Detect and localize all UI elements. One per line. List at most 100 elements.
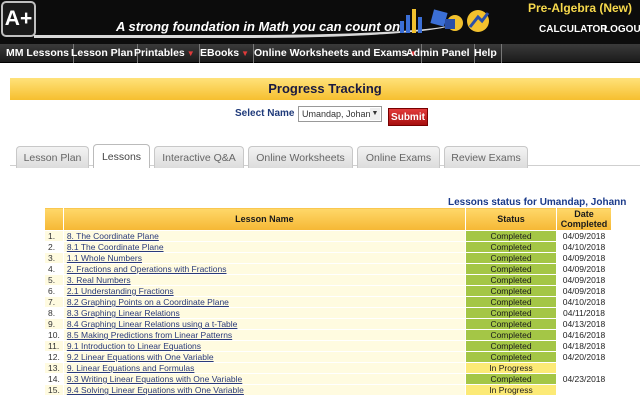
lesson-date-completed: 04/23/2018: [556, 373, 612, 385]
lesson-date-completed: 04/09/2018: [556, 230, 612, 242]
table-row: 2. 8.1 The Coordinate Plane Completed 04/10…: [44, 241, 612, 253]
tab-online-exams[interactable]: Online Exams: [357, 146, 440, 168]
lesson-date-completed: [556, 362, 612, 374]
submit-button[interactable]: Submit: [388, 108, 428, 126]
nav-label: Help: [474, 47, 497, 59]
lesson-name-link[interactable]: 8.3 Graphing Linear Relations: [62, 307, 467, 319]
lesson-name-link[interactable]: 9.4 Solving Linear Equations with One Va…: [62, 384, 467, 396]
table-row: 12. 9.2 Linear Equations with One Variabl…: [44, 351, 612, 363]
lesson-date-completed: 04/09/2018: [556, 274, 612, 286]
lesson-status: In Progress: [465, 384, 557, 396]
lesson-status: Completed: [465, 296, 557, 308]
table-row: 3. 1.1 Whole Numbers Completed 04/09/2018: [44, 252, 612, 264]
lesson-date-completed: 04/10/2018: [556, 296, 612, 308]
calculator-link[interactable]: CALCULATOR: [539, 24, 608, 35]
lesson-date-completed: 04/13/2018: [556, 318, 612, 330]
nav-printables[interactable]: Printables ▼: [130, 44, 200, 63]
lesson-status: Completed: [465, 241, 557, 253]
app-logo[interactable]: A+: [1, 1, 36, 37]
lesson-date-completed: 04/10/2018: [556, 241, 612, 253]
header-lesson-name: Lesson Name: [62, 207, 467, 231]
table-header-row: Lesson Name Status Date Completed: [44, 207, 612, 231]
nav-mm-lessons[interactable]: MM Lessons: [2, 44, 75, 63]
lesson-name-link[interactable]: 9.3 Writing Linear Equations with One Va…: [62, 373, 467, 385]
lesson-number: 12.: [44, 351, 64, 363]
table-row: 13. 9. Linear Equations and Formulas In Pr…: [44, 362, 612, 374]
course-title: Pre-Algebra (New): [527, 1, 632, 15]
lesson-name-link[interactable]: 1.1 Whole Numbers: [62, 252, 467, 264]
header-icons: [400, 9, 490, 33]
lesson-name-link[interactable]: 8.1 The Coordinate Plane: [62, 241, 467, 253]
lesson-name-link[interactable]: 9.1 Introduction to Linear Equations: [62, 340, 467, 352]
lesson-status: Completed: [465, 340, 557, 352]
caret-down-icon: ▼: [241, 49, 250, 58]
lesson-date-completed: 04/09/2018: [556, 252, 612, 264]
lesson-name-link[interactable]: 8.2 Graphing Points on a Coordinate Plan…: [62, 296, 467, 308]
lesson-number: 15.: [44, 384, 64, 396]
nav-lesson-plan[interactable]: Lesson Plan: [67, 44, 138, 63]
lesson-status: In Progress: [465, 362, 557, 374]
lesson-number: 11.: [44, 340, 64, 352]
lesson-name-link[interactable]: 8. The Coordinate Plane: [62, 230, 467, 242]
nav-help[interactable]: Help: [470, 44, 502, 63]
select-name-label: Select Name :: [235, 108, 301, 119]
table-row: 4. 2. Fractions and Operations with Fract…: [44, 263, 612, 275]
lesson-status: Completed: [465, 318, 557, 330]
lesson-date-completed: 04/16/2018: [556, 329, 612, 341]
shapes-icon: [430, 9, 463, 31]
lesson-name-link[interactable]: 3. Real Numbers: [62, 274, 467, 286]
table-row: 5. 3. Real Numbers Completed 04/09/2018: [44, 274, 612, 286]
header-status: Status: [465, 207, 557, 231]
lesson-name-link[interactable]: 9. Linear Equations and Formulas: [62, 362, 467, 374]
lesson-date-completed: 04/09/2018: [556, 285, 612, 297]
table-row: 9. 8.4 Graphing Linear Relations using a …: [44, 318, 612, 330]
lesson-number: 3.: [44, 252, 64, 264]
nav-label: EBooks: [200, 47, 240, 59]
lesson-status: Completed: [465, 373, 557, 385]
lesson-number: 7.: [44, 296, 64, 308]
tab-lesson-plan[interactable]: Lesson Plan: [16, 146, 89, 168]
caret-down-icon: ▼: [186, 49, 195, 58]
lesson-number: 9.: [44, 318, 64, 330]
app-header: A+ A strong foundation in Math you can c…: [0, 0, 640, 44]
lesson-number: 4.: [44, 263, 64, 275]
header-tagline: A strong foundation in Math you can coun…: [116, 19, 405, 34]
logout-link[interactable]: LOGOUT: [604, 24, 640, 35]
lesson-name-link[interactable]: 2. Fractions and Operations with Fractio…: [62, 263, 467, 275]
lesson-number: 5.: [44, 274, 64, 286]
table-row: 1. 8. The Coordinate Plane Completed 04/09/…: [44, 230, 612, 242]
lesson-number: 2.: [44, 241, 64, 253]
tab-online-worksheets[interactable]: Online Worksheets: [248, 146, 353, 168]
lesson-status: Completed: [465, 263, 557, 275]
lesson-status: Completed: [465, 307, 557, 319]
lesson-name-link[interactable]: 8.5 Making Predictions from Linear Patte…: [62, 329, 467, 341]
table-row: 10. 8.5 Making Predictions from Linear Pa…: [44, 329, 612, 341]
nav-label: Printables: [134, 47, 185, 59]
lesson-status: Completed: [465, 285, 557, 297]
lesson-date-completed: 04/11/2018: [556, 307, 612, 319]
lesson-date-completed: 04/18/2018: [556, 340, 612, 352]
table-row: 6. 2.1 Understanding Fractions Completed 04…: [44, 285, 612, 297]
lesson-status: Completed: [465, 230, 557, 242]
lesson-name-link[interactable]: 8.4 Graphing Linear Relations using a t-…: [62, 318, 467, 330]
nav-ebooks[interactable]: EBooks ▼: [196, 44, 255, 63]
name-select[interactable]: Umandap, Johann ▼: [298, 106, 382, 122]
header-date-completed: Date Completed: [556, 207, 612, 231]
lesson-name-link[interactable]: 2.1 Understanding Fractions: [62, 285, 467, 297]
nav-admin-panel[interactable]: Admin Panel: [402, 44, 475, 63]
lesson-name-link[interactable]: 9.2 Linear Equations with One Variable: [62, 351, 467, 363]
name-select-value: Umandap, Johann: [302, 109, 376, 119]
lesson-number: 14.: [44, 373, 64, 385]
lesson-number: 10.: [44, 329, 64, 341]
nav-label: Lesson Plan: [71, 47, 133, 59]
lesson-date-completed: 04/09/2018: [556, 263, 612, 275]
tab-lessons[interactable]: Lessons: [93, 144, 150, 168]
nav-online-worksheets-exams[interactable]: Online Worksheets and Exams ▼: [250, 44, 423, 63]
lesson-number: 6.: [44, 285, 64, 297]
page-title: Progress Tracking: [10, 78, 640, 100]
tab-review-exams[interactable]: Review Exams: [444, 146, 528, 168]
tab-interactive-qa[interactable]: Interactive Q&A: [154, 146, 244, 168]
chevron-down-icon: ▼: [370, 108, 380, 120]
header-num: [44, 207, 64, 231]
lesson-status: Completed: [465, 274, 557, 286]
